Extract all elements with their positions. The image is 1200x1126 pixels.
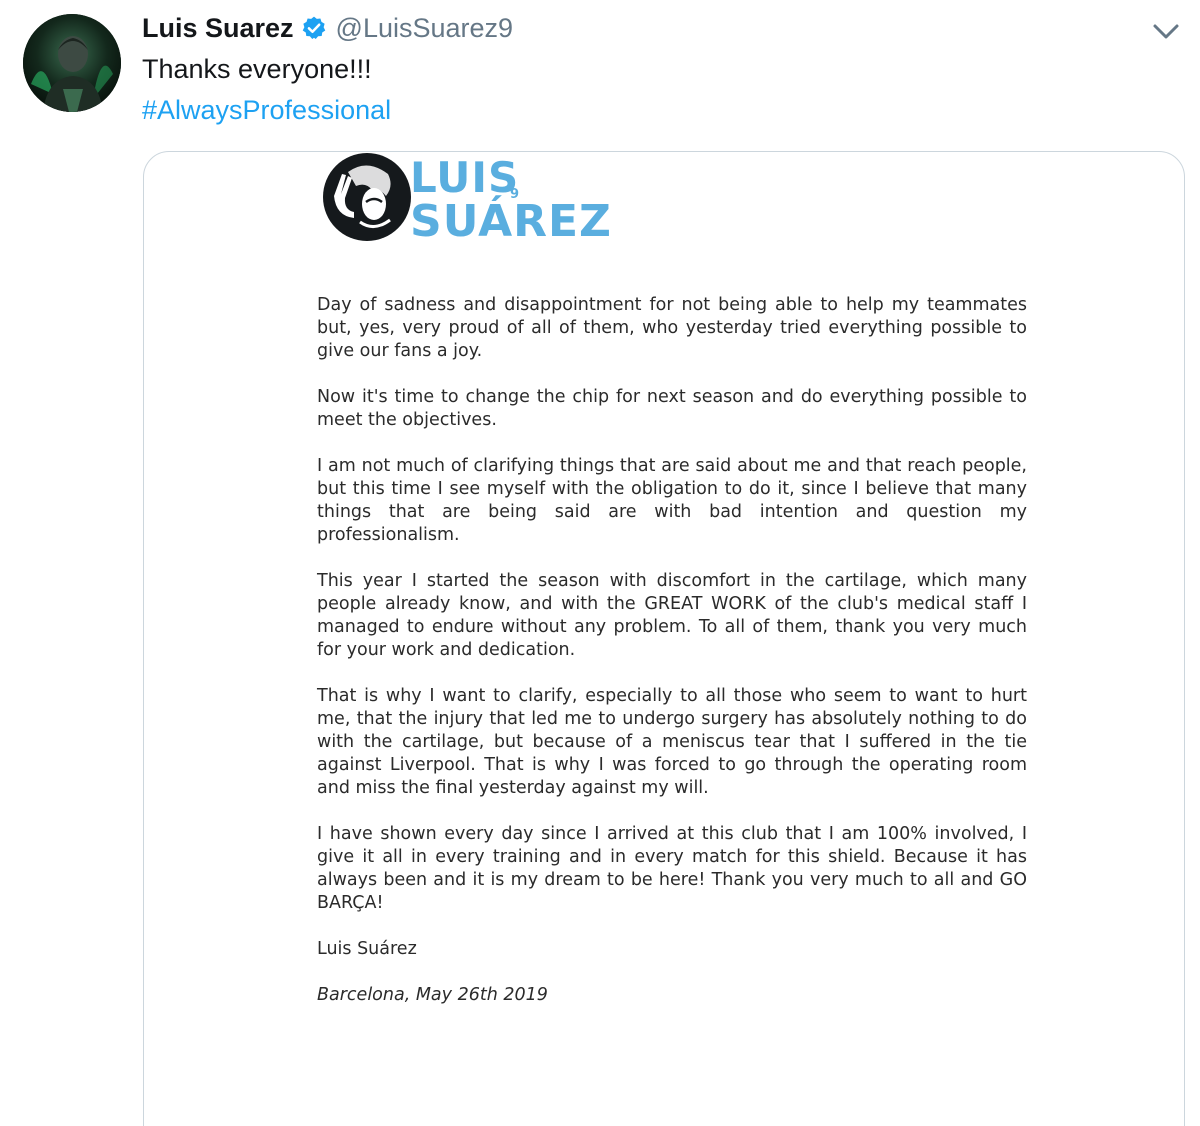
logo-line2: SUÁREZ <box>410 194 612 247</box>
display-name[interactable]: Luis Suarez <box>142 13 294 44</box>
letter-paragraph: That is why I want to clarify, especiall… <box>317 686 1027 798</box>
avatar[interactable] <box>23 14 121 112</box>
chevron-down-icon[interactable] <box>1150 18 1182 44</box>
letter-paragraph: This year I started the season with disc… <box>317 571 1027 660</box>
letter-paragraph: I have shown every day since I arrived a… <box>317 824 1027 913</box>
user-handle[interactable]: @LuisSuarez9 <box>336 13 514 44</box>
logo-line1: LUIS <box>410 153 519 202</box>
verified-badge-icon <box>301 15 327 41</box>
luis-suarez-logo: LUIS 9 SUÁREZ <box>320 152 640 248</box>
hashtag-link[interactable]: #AlwaysProfessional <box>142 93 391 127</box>
letter-paragraph: Now it's time to change the chip for nex… <box>317 387 1027 430</box>
tweet-text: Thanks everyone!!! <box>142 54 372 84</box>
tweet-header: Luis Suarez @LuisSuarez9 <box>142 10 513 46</box>
signature-name: Luis Suárez <box>317 939 417 959</box>
statement-letter: Day of sadness and disappointment for no… <box>317 294 1027 1030</box>
signature-place-date: Barcelona, May 26th 2019 <box>317 985 548 1005</box>
letter-paragraph: Day of sadness and disappointment for no… <box>317 295 1027 361</box>
letter-paragraph: I am not much of clarifying things that … <box>317 456 1027 545</box>
attached-image-card[interactable]: LUIS 9 SUÁREZ Day of sadness and disappo… <box>143 151 1185 1126</box>
